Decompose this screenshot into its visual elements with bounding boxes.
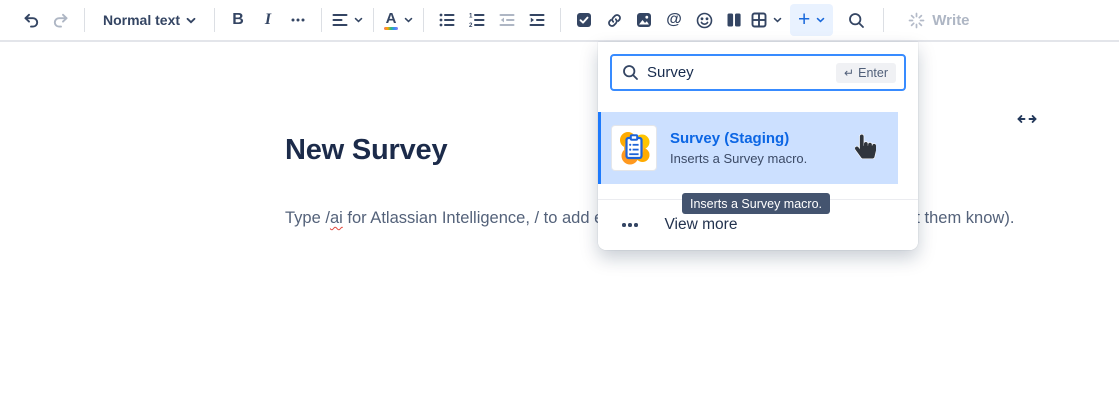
insert-dropdown[interactable]: +: [790, 4, 833, 36]
link-button[interactable]: [599, 4, 629, 36]
expand-width-icon: [1017, 112, 1037, 126]
mention-icon: @: [666, 11, 682, 29]
ellipsis-icon: [622, 223, 638, 227]
more-formatting-icon: [290, 12, 306, 28]
toolbar-divider: [214, 8, 215, 32]
numbered-list-icon: 12: [469, 13, 485, 27]
toolbar-divider: [321, 8, 322, 32]
layout-button[interactable]: [719, 4, 749, 36]
undo-button[interactable]: [16, 4, 46, 36]
italic-button[interactable]: I: [253, 4, 283, 36]
bullet-list-button[interactable]: [432, 4, 462, 36]
image-button[interactable]: [629, 4, 659, 36]
task-list-icon: [576, 12, 592, 28]
chevron-down-icon: [354, 17, 363, 23]
align-icon: [332, 13, 348, 27]
mention-button[interactable]: @: [659, 4, 689, 36]
redo-icon: [51, 10, 71, 30]
macro-search-box[interactable]: ↵ Enter: [610, 54, 906, 91]
more-formatting-button[interactable]: [283, 4, 313, 36]
macro-search-input[interactable]: [647, 64, 836, 81]
bold-icon: B: [232, 11, 244, 29]
emoji-button[interactable]: [689, 4, 719, 36]
survey-macro-icon: [611, 125, 657, 171]
search-icon: [848, 12, 865, 29]
enter-key-hint: ↵ Enter: [836, 63, 896, 83]
mouse-cursor: [855, 134, 876, 164]
chevron-down-icon: [816, 17, 825, 23]
hint-misspelled: ai: [330, 209, 343, 227]
outdent-button[interactable]: [492, 4, 522, 36]
numbered-list-button[interactable]: 12: [462, 4, 492, 36]
indent-icon: [529, 13, 545, 27]
text-color-icon: A: [384, 11, 398, 30]
insert-menu: ↵ Enter: [598, 42, 918, 250]
return-key-icon: ↵: [844, 66, 854, 80]
chevron-down-icon: [773, 17, 782, 23]
emoji-icon: [696, 12, 713, 29]
task-list-button[interactable]: [569, 4, 599, 36]
toolbar-divider: [423, 8, 424, 32]
undo-icon: [21, 10, 41, 30]
text-style-label: Normal text: [103, 12, 180, 28]
text-color-dropdown[interactable]: A: [382, 4, 415, 36]
bullet-list-icon: [439, 13, 455, 27]
table-icon: [751, 12, 767, 28]
view-more-label: View more: [665, 216, 738, 234]
svg-text:1: 1: [469, 13, 473, 20]
page-title[interactable]: New Survey: [285, 134, 447, 167]
clipboard: [627, 135, 642, 158]
outdent-icon: [499, 13, 515, 27]
layout-icon: [726, 12, 742, 28]
search-button[interactable]: [841, 4, 871, 36]
macro-result-list: Survey (Staging) Inserts a Survey macro.: [598, 103, 918, 192]
svg-text:2: 2: [469, 22, 473, 27]
redo-button[interactable]: [46, 4, 76, 36]
indent-button[interactable]: [522, 4, 552, 36]
toolbar-divider: [84, 8, 85, 32]
macro-tooltip: Inserts a Survey macro.: [682, 193, 830, 214]
chevron-down-icon: [404, 17, 413, 23]
search-icon: [622, 64, 639, 81]
editor-toolbar: Normal text B I A: [0, 0, 1119, 42]
result-text: Survey (Staging) Inserts a Survey macro.: [670, 130, 807, 166]
image-icon: [636, 12, 652, 28]
italic-icon: I: [265, 11, 271, 29]
rainbow-bar: [384, 27, 398, 30]
toolbar-divider: [560, 8, 561, 32]
write-button[interactable]: Write: [906, 4, 971, 36]
hint-pre: Type /: [285, 209, 330, 227]
result-title: Survey (Staging): [670, 130, 807, 147]
ai-icon: [908, 12, 925, 29]
macro-result-survey-staging[interactable]: Survey (Staging) Inserts a Survey macro.: [598, 112, 898, 184]
align-dropdown[interactable]: [330, 4, 365, 36]
chevron-down-icon: [186, 17, 196, 24]
text-style-dropdown[interactable]: Normal text: [93, 4, 206, 36]
page-width-toggle-button[interactable]: [1015, 109, 1039, 129]
toolbar-divider: [373, 8, 374, 32]
table-dropdown[interactable]: [749, 4, 784, 36]
plus-icon: +: [798, 9, 810, 30]
write-label: Write: [932, 12, 969, 29]
link-icon: [606, 12, 623, 29]
result-description: Inserts a Survey macro.: [670, 151, 807, 166]
toolbar-divider: [883, 8, 884, 32]
bold-button[interactable]: B: [223, 4, 253, 36]
